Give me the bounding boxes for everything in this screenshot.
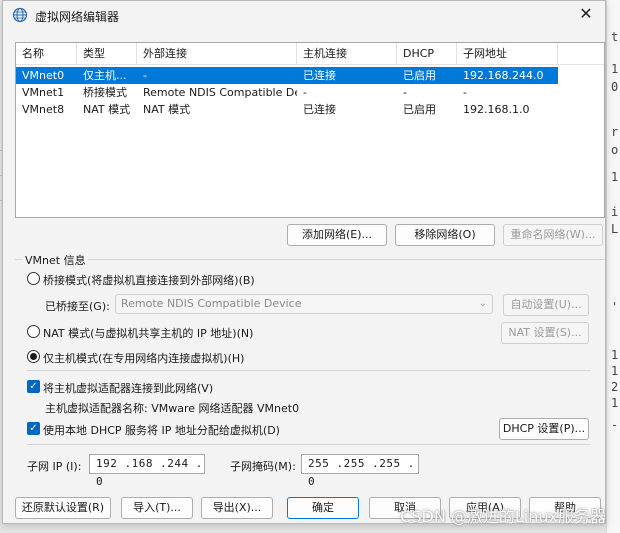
cell-name: VMnet0 bbox=[22, 69, 65, 82]
column-header-subnet[interactable]: 子网地址 bbox=[457, 43, 558, 65]
cell-external: NAT 模式 bbox=[143, 103, 191, 116]
cell-subnet: 192.168.1.0 bbox=[463, 103, 530, 116]
network-globe-icon bbox=[12, 7, 28, 23]
dhcp-settings-button[interactable]: DHCP 设置(P)... bbox=[499, 418, 589, 440]
cell-dhcp: - bbox=[403, 86, 407, 99]
virtual-network-editor-dialog: 虚拟网络编辑器 ✕ 名称 类型 外部连接 主机连接 DHCP 子网地址 VMne… bbox=[2, 0, 606, 524]
table-row-vmnet1[interactable]: VMnet1 桥接模式 Remote NDIS Compatible De...… bbox=[16, 84, 558, 101]
bg-char: 1 bbox=[611, 348, 619, 362]
csdn-watermark: CSDN @激进的Linux服务器 bbox=[400, 507, 606, 526]
restore-defaults-button[interactable]: 还原默认设置(R) bbox=[15, 497, 111, 519]
nat-mode-radio[interactable] bbox=[27, 325, 40, 338]
dhcp-service-label[interactable]: 使用本地 DHCP 服务将 IP 地址分配给虚拟机(D) bbox=[43, 422, 280, 438]
auto-settings-button[interactable]: 自动设置(U)... bbox=[503, 294, 589, 316]
bg-char: 1 bbox=[611, 364, 619, 378]
bg-char: r bbox=[611, 125, 619, 139]
cell-external: - bbox=[143, 69, 147, 82]
bg-char: ' bbox=[611, 300, 619, 314]
import-button[interactable]: 导入(T)... bbox=[121, 497, 193, 519]
bg-char: i bbox=[611, 205, 619, 219]
bg-char: o bbox=[611, 143, 619, 157]
close-button[interactable]: ✕ bbox=[573, 3, 599, 25]
section-divider bbox=[27, 370, 591, 371]
bg-char: 1 bbox=[611, 170, 619, 184]
cell-name: VMnet8 bbox=[22, 103, 65, 116]
column-header-type[interactable]: 类型 bbox=[77, 43, 137, 65]
connect-adapter-label[interactable]: 将主机虚拟适配器连接到此网络(V) bbox=[43, 380, 213, 396]
subnet-ip-input[interactable]: 192 .168 .244 . 0 bbox=[89, 454, 205, 488]
column-header-external[interactable]: 外部连接 bbox=[137, 43, 297, 65]
bg-char: t bbox=[611, 30, 619, 44]
cell-type: NAT 模式 bbox=[83, 103, 131, 116]
cell-dhcp: 已启用 bbox=[403, 103, 436, 116]
add-network-button[interactable]: 添加网络(E)... bbox=[287, 224, 387, 246]
ok-button[interactable]: 确定 bbox=[287, 497, 359, 519]
subnet-ip-label: 子网 IP (I): bbox=[27, 460, 82, 473]
nat-mode-label[interactable]: NAT 模式(与虚拟机共享主机的 IP 地址)(N) bbox=[43, 325, 253, 341]
network-list[interactable]: 名称 类型 外部连接 主机连接 DHCP 子网地址 VMnet0 仅主机... … bbox=[15, 42, 605, 218]
cell-host: 已连接 bbox=[303, 103, 336, 116]
window-title: 虚拟网络编辑器 bbox=[35, 10, 120, 24]
cell-host: - bbox=[303, 86, 307, 99]
bg-char: 1 bbox=[611, 396, 619, 410]
bg-char: - bbox=[611, 418, 619, 432]
subnet-mask-label: 子网掩码(M): bbox=[230, 460, 296, 473]
cell-dhcp: 已启用 bbox=[403, 69, 436, 82]
bg-char: 1 bbox=[611, 62, 619, 76]
bridged-to-value: Remote NDIS Compatible Device bbox=[121, 297, 302, 310]
cell-subnet: - bbox=[463, 86, 467, 99]
close-icon: ✕ bbox=[579, 4, 593, 23]
column-header-name[interactable]: 名称 bbox=[16, 43, 77, 65]
table-row-vmnet8[interactable]: VMnet8 NAT 模式 NAT 模式 已连接 已启用 192.168.1.0 bbox=[16, 101, 558, 118]
subnet-mask-input[interactable]: 255 .255 .255 . 0 bbox=[301, 454, 419, 488]
remove-network-button[interactable]: 移除网络(O) bbox=[395, 224, 495, 246]
host-only-mode-radio[interactable] bbox=[27, 350, 40, 363]
adapter-name-text: 主机虚拟适配器名称: VMware 网络适配器 VMnet0 bbox=[45, 402, 300, 415]
group-divider bbox=[15, 259, 605, 260]
rename-network-button[interactable]: 重命名网络(W)... bbox=[503, 224, 603, 246]
cell-name: VMnet1 bbox=[22, 86, 65, 99]
bridged-to-select[interactable]: Remote NDIS Compatible Device ⌄ bbox=[115, 294, 493, 314]
nat-settings-button[interactable]: NAT 设置(S)... bbox=[501, 322, 589, 344]
cell-host: 已连接 bbox=[303, 69, 336, 82]
column-header-host[interactable]: 主机连接 bbox=[297, 43, 397, 65]
bridge-mode-label[interactable]: 桥接模式(将虚拟机直接连接到外部网络)(B) bbox=[43, 272, 255, 288]
bridged-to-label: 已桥接至(G): bbox=[45, 300, 110, 313]
cell-type: 桥接模式 bbox=[83, 86, 127, 99]
vmnet-info-group-label: VMnet 信息 bbox=[23, 252, 88, 268]
table-row-vmnet0[interactable]: VMnet0 仅主机... - 已连接 已启用 192.168.244.0 bbox=[16, 67, 558, 84]
cell-external: Remote NDIS Compatible De... bbox=[143, 86, 297, 99]
bg-char: L bbox=[611, 222, 619, 236]
bg-char: 0 bbox=[611, 80, 619, 94]
connect-adapter-checkbox[interactable]: ✓ bbox=[27, 380, 40, 393]
background-terminal-right: t 1 0 r o 1 i L ' 1 1 2 1 - bbox=[606, 0, 620, 533]
section-divider bbox=[27, 444, 591, 445]
chevron-down-icon: ⌄ bbox=[478, 298, 487, 309]
title-bar[interactable]: 虚拟网络编辑器 ✕ bbox=[3, 1, 605, 29]
bridge-mode-radio[interactable] bbox=[27, 272, 40, 285]
cell-type: 仅主机... bbox=[83, 69, 127, 82]
bg-char: 2 bbox=[611, 380, 619, 394]
list-header: 名称 类型 外部连接 主机连接 DHCP 子网地址 bbox=[16, 43, 604, 65]
host-only-mode-label[interactable]: 仅主机模式(在专用网络内连接虚拟机)(H) bbox=[43, 350, 244, 366]
cell-subnet: 192.168.244.0 bbox=[463, 69, 544, 82]
dhcp-service-checkbox[interactable]: ✓ bbox=[27, 422, 40, 435]
export-button[interactable]: 导出(X)... bbox=[201, 497, 273, 519]
column-header-dhcp[interactable]: DHCP bbox=[397, 43, 457, 65]
